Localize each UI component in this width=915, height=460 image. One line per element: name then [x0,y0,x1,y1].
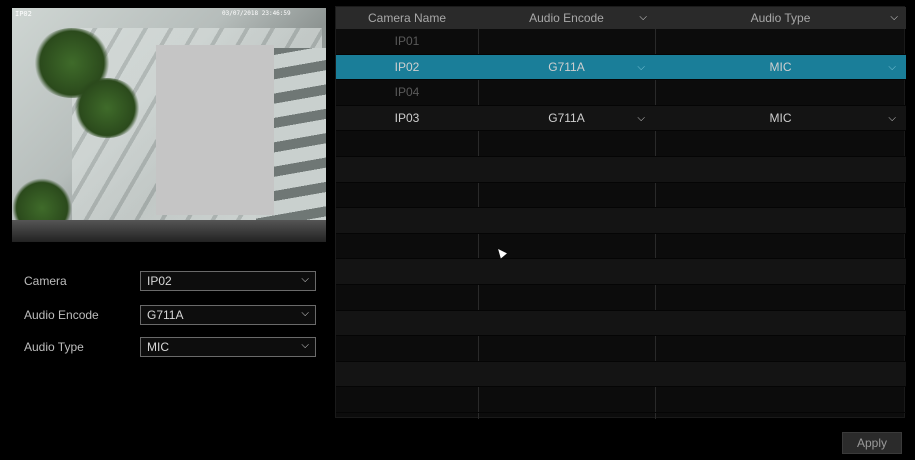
cell-audio-encode-value: G711A [548,110,585,125]
chevron-down-icon[interactable]: ⌵ [639,7,647,29]
empty-row [336,156,906,183]
empty-row [336,183,906,209]
table-row[interactable]: IP03 G711A ⌵ MIC ⌵ [336,105,906,132]
table-row[interactable]: IP02 G711A ⌵ MIC ⌵ [336,54,906,81]
cell-camera-name: IP01 [394,34,420,48]
preview-plant [72,78,142,138]
header-audio-encode-label: Audio Encode [529,11,604,25]
header-audio-encode[interactable]: Audio Encode ⌵ [478,7,655,29]
empty-row [336,285,906,311]
chevron-down-icon: ⌵ [637,112,645,124]
table-body: IP01 IP02 G711A ⌵ MIC ⌵ IP04 IP03 G711A ⌵ MIC ⌵ [336,29,906,413]
chevron-down-icon: ⌵ [888,61,896,73]
chevron-down-icon: ⌵ [301,308,309,319]
cell-audio-type[interactable]: MIC ⌵ [655,106,906,132]
audio-type-label: Audio Type [24,340,84,354]
header-audio-type-label: Audio Type [750,11,811,25]
camera-label: Camera [24,274,67,288]
header-audio-type[interactable]: Audio Type ⌵ [655,7,906,29]
empty-row [336,208,906,234]
table-row[interactable]: IP01 [336,29,906,55]
camera-row: Camera IP02 ⌵ [24,271,316,291]
chevron-down-icon[interactable]: ⌵ [890,7,898,29]
preview-camera-label: IP02 [15,10,32,18]
audio-type-row: Audio Type MIC ⌵ [24,337,316,357]
camera-preview: IP02 03/07/2018 23:46:59 [12,8,326,242]
audio-encode-row: Audio Encode G711A ⌵ [24,305,316,325]
empty-row [336,131,906,157]
apply-button[interactable]: Apply [842,432,902,454]
table-header: Camera Name Audio Encode ⌵ Audio Type ⌵ [336,7,906,29]
cell-audio-type[interactable]: MIC ⌵ [655,55,906,81]
cell-audio-encode[interactable]: G711A ⌵ [478,55,655,81]
cell-camera-name: IP04 [394,85,420,100]
audio-type-select-value: MIC [147,340,169,354]
audio-encode-select[interactable]: G711A ⌵ [140,305,316,325]
empty-row [336,387,906,413]
chevron-down-icon: ⌵ [301,274,309,285]
empty-row [336,361,906,388]
chevron-down-icon: ⌵ [637,61,645,73]
empty-row [336,310,906,337]
audio-encode-label: Audio Encode [24,308,99,322]
preview-timestamp: 03/07/2018 23:46:59 [222,10,291,17]
empty-row [336,234,906,260]
privacy-mask [156,45,274,215]
table-row[interactable]: IP04 [336,80,906,106]
cell-camera-name: IP03 [394,110,420,125]
cell-audio-encode-value: G711A [548,59,585,74]
chevron-down-icon: ⌵ [301,340,309,351]
audio-type-select[interactable]: MIC ⌵ [140,337,316,357]
camera-select[interactable]: IP02 ⌵ [140,271,316,291]
chevron-down-icon: ⌵ [888,112,896,124]
cell-audio-type-value: MIC [769,59,792,74]
camera-select-value: IP02 [147,274,172,288]
cell-audio-encode[interactable]: G711A ⌵ [478,106,655,132]
preview-shadow [12,220,326,242]
empty-row [336,336,906,362]
cell-audio-type-value: MIC [769,110,792,125]
cell-camera-name: IP02 [394,59,420,74]
header-camera-name[interactable]: Camera Name [336,7,478,29]
empty-row [336,259,906,285]
audio-table: Camera Name Audio Encode ⌵ Audio Type ⌵ … [335,6,906,419]
audio-encode-select-value: G711A [147,308,184,322]
